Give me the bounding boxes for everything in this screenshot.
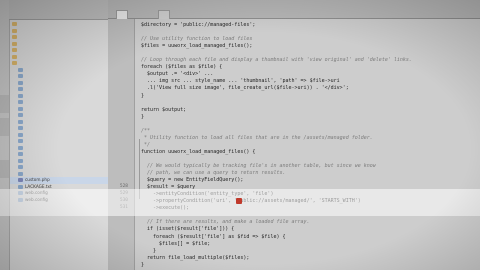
line-number-gutter: 528529530531	[108, 19, 135, 270]
file-icon	[18, 93, 23, 98]
tool-tab-structure[interactable]	[0, 118, 9, 136]
project-panel-header	[9, 0, 108, 20]
project-panel: custom.phpLACKAGE.txtweb.configweb.confi…	[0, 0, 108, 270]
editor-tab-bar	[108, 0, 480, 19]
file-icon	[18, 67, 23, 72]
text-cursor-marker	[236, 198, 242, 204]
file-icon	[18, 113, 23, 117]
tree-item-label: custom.php	[25, 177, 50, 182]
tree-item-label: LACKAGE.txt	[25, 183, 52, 189]
file-icon	[18, 139, 23, 143]
editor-tab[interactable]	[158, 10, 170, 19]
file-icon	[18, 80, 23, 85]
folder-icon	[12, 35, 17, 39]
editor-tab-active[interactable]	[116, 10, 128, 19]
file-icon	[18, 119, 23, 124]
folder-icon	[12, 61, 17, 65]
code-editor: 528529530531 $directory = 'public://mana…	[108, 0, 480, 270]
ide-window: custom.phpLACKAGE.txtweb.configweb.confi…	[0, 0, 480, 270]
file-icon	[18, 106, 23, 111]
tool-tab-favorites[interactable]	[0, 160, 9, 178]
file-icon	[18, 126, 23, 130]
folder-icon	[12, 41, 17, 46]
folder-icon	[12, 54, 17, 59]
file-icon	[18, 87, 23, 91]
code-area[interactable]: $directory = 'public://managed-files';//…	[135, 19, 480, 270]
folder-icon	[12, 28, 17, 33]
folder-icon	[12, 22, 17, 26]
line-number	[108, 261, 128, 270]
tool-window-strip	[0, 0, 10, 270]
file-icon	[18, 100, 23, 104]
file-icon	[18, 158, 23, 163]
folder-icon	[12, 48, 17, 52]
file-icon	[18, 74, 23, 78]
file-icon	[18, 132, 23, 137]
project-tree: custom.phpLACKAGE.txtweb.configweb.confi…	[10, 21, 108, 203]
file-icon	[18, 152, 23, 156]
file-icon	[18, 145, 23, 150]
tool-tab-project[interactable]	[0, 95, 9, 113]
file-icon	[18, 171, 23, 176]
file-icon	[18, 178, 23, 182]
code-line: }	[141, 261, 145, 268]
file-icon	[18, 165, 23, 169]
file-icon	[18, 184, 23, 189]
